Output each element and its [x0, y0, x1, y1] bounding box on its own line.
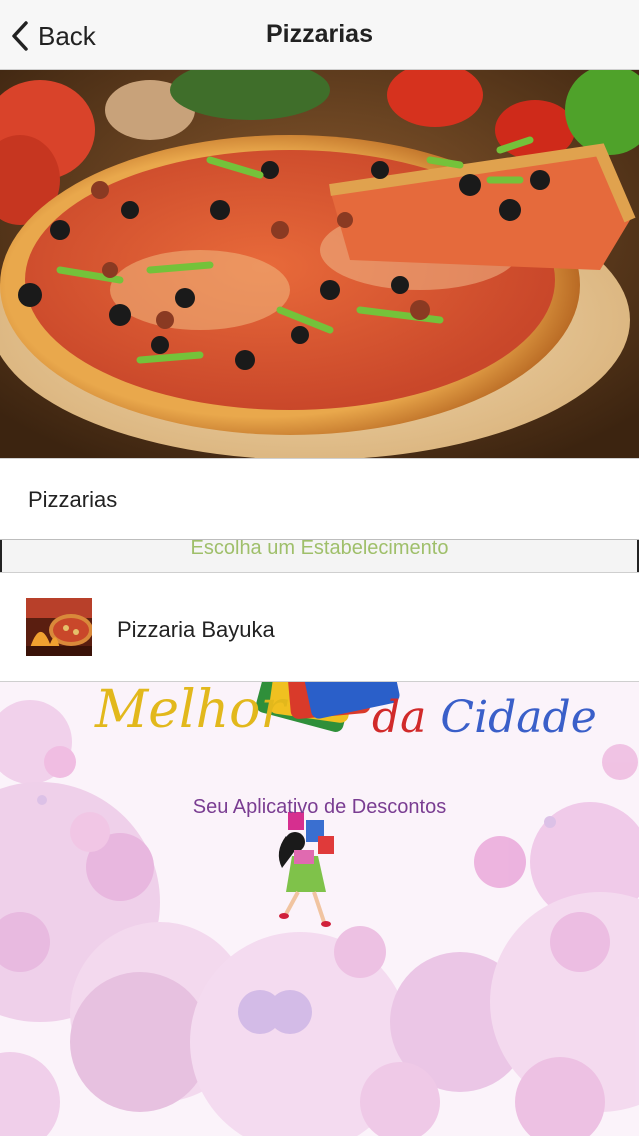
promo-title-cidade: Cidade	[440, 692, 597, 743]
promo-title-da-cidade: da Cidade	[372, 692, 597, 743]
promo-bubbles-background	[0, 682, 639, 1136]
choose-establishment-text: Escolha um Estabelecimento	[190, 540, 449, 559]
establishment-name: Pizzaria Bayuka	[117, 617, 275, 642]
promo-banner: Melhor da Cidade Seu Aplicativo de Desco…	[0, 682, 639, 1136]
promo-title-melhor: Melhor	[95, 682, 286, 740]
promo-subtitle: Seu Aplicativo de Descontos	[192, 796, 447, 818]
choose-establishment-banner: Escolha um Estabelecimento	[0, 540, 639, 572]
section-label: Pizzarias	[28, 487, 118, 512]
page-title: Pizzarias	[265, 20, 373, 48]
establishment-thumbnail	[26, 598, 92, 656]
hero-pizza-image	[0, 70, 639, 458]
promo-title-da: da	[372, 692, 427, 743]
section-header: Pizzarias	[0, 458, 639, 540]
navigation-bar: Back Pizzarias	[0, 0, 639, 70]
list-item[interactable]: Pizzaria Bayuka	[0, 572, 639, 682]
